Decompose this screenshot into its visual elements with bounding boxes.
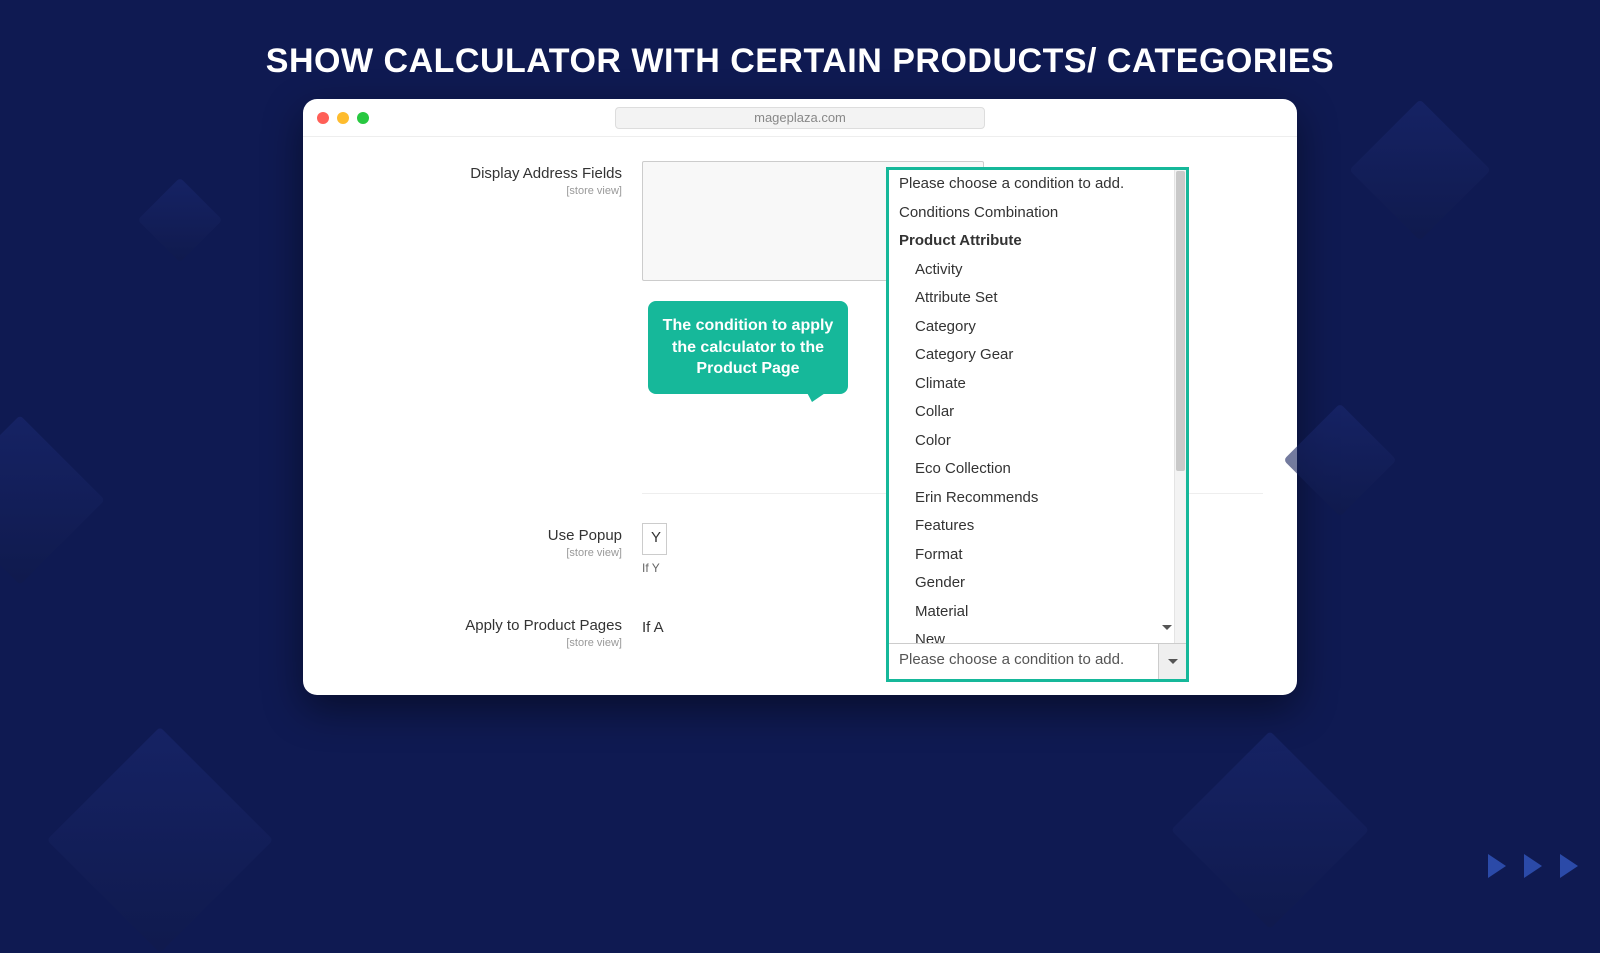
- scrollbar-thumb[interactable]: [1176, 171, 1185, 471]
- condition-option[interactable]: Category Gear: [889, 341, 1186, 370]
- field-label: Use Popup: [548, 527, 622, 544]
- condition-combination[interactable]: Conditions Combination: [889, 199, 1186, 228]
- condition-placeholder[interactable]: Please choose a condition to add.: [889, 170, 1186, 199]
- browser-window: mageplaza.com Display Address Fields [st…: [303, 99, 1297, 695]
- page-heading: SHOW CALCULATOR WITH CERTAIN PRODUCTS/ C…: [0, 0, 1600, 81]
- field-label: Apply to Product Pages: [465, 617, 622, 634]
- decorative-arrows: [1488, 854, 1578, 878]
- condition-dropdown-panel: Please choose a condition to add. Condit…: [886, 167, 1189, 682]
- field-label: Display Address Fields: [470, 165, 622, 182]
- minimize-icon[interactable]: [337, 112, 349, 124]
- condition-option[interactable]: Material: [889, 598, 1186, 627]
- field-scope: [store view]: [337, 637, 622, 649]
- condition-option[interactable]: Eco Collection: [889, 455, 1186, 484]
- condition-option[interactable]: Activity: [889, 256, 1186, 285]
- scrollbar[interactable]: [1174, 170, 1186, 643]
- condition-group-header: Product Attribute: [889, 227, 1186, 256]
- close-icon[interactable]: [317, 112, 329, 124]
- play-icon: [1560, 854, 1578, 878]
- play-icon: [1524, 854, 1542, 878]
- condition-option[interactable]: Category: [889, 313, 1186, 342]
- chevron-down-icon: [1168, 659, 1178, 669]
- condition-option[interactable]: Attribute Set: [889, 284, 1186, 313]
- condition-select-text: Please choose a condition to add.: [889, 644, 1158, 679]
- condition-listbox[interactable]: Please choose a condition to add. Condit…: [889, 170, 1186, 643]
- condition-option[interactable]: Features: [889, 512, 1186, 541]
- condition-option[interactable]: Gender: [889, 569, 1186, 598]
- condition-option[interactable]: Climate: [889, 370, 1186, 399]
- condition-option[interactable]: Color: [889, 427, 1186, 456]
- titlebar: mageplaza.com: [303, 99, 1297, 137]
- condition-select-toggle[interactable]: [1158, 644, 1186, 679]
- page-content: Display Address Fields [store view] Use …: [303, 137, 1297, 695]
- condition-select[interactable]: Please choose a condition to add.: [889, 643, 1186, 679]
- condition-option[interactable]: Format: [889, 541, 1186, 570]
- condition-option[interactable]: New: [889, 626, 1186, 643]
- window-controls: [317, 112, 369, 124]
- use-popup-hint: If Y: [642, 561, 667, 575]
- use-popup-select[interactable]: Y: [642, 523, 667, 555]
- chevron-down-icon[interactable]: [1162, 625, 1172, 635]
- condition-option[interactable]: Collar: [889, 398, 1186, 427]
- condition-option[interactable]: Erin Recommends: [889, 484, 1186, 513]
- url-bar[interactable]: mageplaza.com: [615, 107, 985, 129]
- play-icon: [1488, 854, 1506, 878]
- field-scope: [store view]: [337, 547, 622, 559]
- maximize-icon[interactable]: [357, 112, 369, 124]
- callout-tooltip: The condition to apply the calculator to…: [648, 301, 848, 394]
- field-scope: [store view]: [337, 185, 622, 197]
